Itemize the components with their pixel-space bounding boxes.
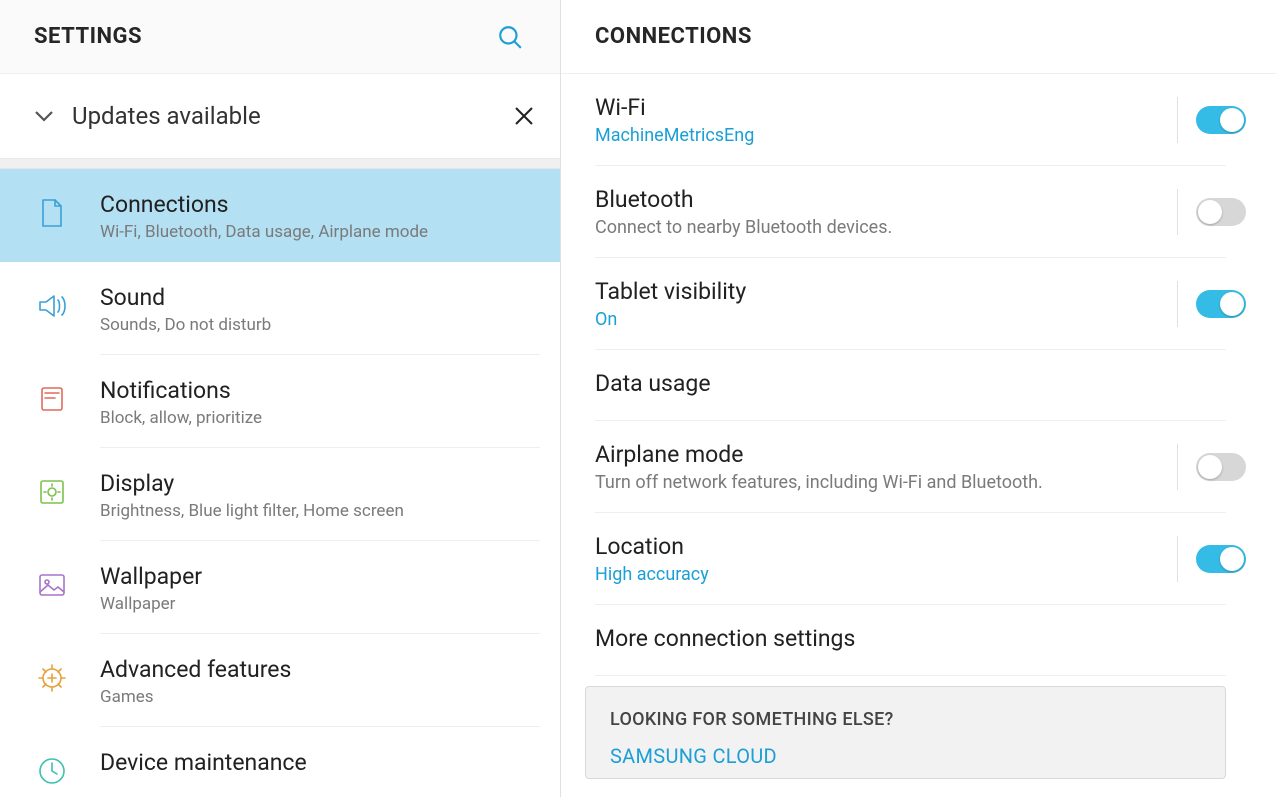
item-bluetooth[interactable]: Bluetooth Connect to nearby Bluetooth dev… (561, 166, 1250, 258)
banner-close-button[interactable] (510, 102, 538, 130)
search-button[interactable] (490, 17, 530, 57)
category-subtitle: Games (100, 687, 540, 707)
category-wallpaper[interactable]: Wallpaper Wallpaper (0, 541, 560, 634)
wifi-toggle[interactable] (1196, 106, 1246, 134)
category-title: Device maintenance (100, 749, 540, 776)
category-notifications[interactable]: Notifications Block, allow, prioritize (0, 355, 560, 448)
updates-banner-text: Updates available (72, 102, 510, 130)
airplane-toggle[interactable] (1196, 453, 1246, 481)
item-airplane[interactable]: Airplane mode Turn off network features, … (561, 421, 1250, 513)
item-data[interactable]: Data usage (561, 350, 1250, 421)
category-title: Advanced features (100, 656, 540, 683)
category-subtitle: Wallpaper (100, 594, 540, 614)
item-subtitle: Connect to nearby Bluetooth devices. (595, 217, 1177, 238)
display-icon (30, 470, 74, 514)
settings-master-pane: SETTINGS Updates available Connections Wi… (0, 0, 561, 797)
item-title: Tablet visibility (595, 278, 1177, 305)
category-subtitle: Wi-Fi, Bluetooth, Data usage, Airplane m… (100, 222, 540, 242)
bluetooth-toggle[interactable] (1196, 198, 1246, 226)
visibility-toggle[interactable] (1196, 290, 1246, 318)
left-header: SETTINGS (0, 0, 560, 74)
category-display[interactable]: Display Brightness, Blue light filter, Ho… (0, 448, 560, 541)
item-title: Data usage (595, 370, 1250, 397)
category-title: Notifications (100, 377, 540, 404)
item-subtitle: On (595, 309, 1177, 330)
connections-list: Wi-Fi MachineMetricsEng Bluetooth Connect t… (561, 74, 1276, 797)
notifications-icon (30, 377, 74, 421)
right-header: CONNECTIONS (561, 0, 1276, 74)
category-subtitle: Sounds, Do not disturb (100, 315, 540, 335)
item-subtitle: High accuracy (595, 564, 1177, 585)
item-more[interactable]: More connection settings (561, 605, 1250, 676)
item-location[interactable]: Location High accuracy (561, 513, 1250, 605)
advanced-icon (30, 656, 74, 700)
item-subtitle: MachineMetricsEng (595, 125, 1177, 146)
item-visibility[interactable]: Tablet visibility On (561, 258, 1250, 350)
item-title: Wi-Fi (595, 94, 1177, 121)
category-title: Sound (100, 284, 540, 311)
item-title: Airplane mode (595, 441, 1177, 468)
settings-detail-pane: CONNECTIONS Wi-Fi MachineMetricsEng Blueto… (561, 0, 1276, 797)
settings-title: SETTINGS (34, 24, 142, 49)
category-title: Connections (100, 191, 540, 218)
samsung-cloud-link[interactable]: SAMSUNG CLOUD (610, 744, 1201, 768)
close-icon (514, 106, 534, 126)
section-spacer (0, 159, 560, 169)
connections-icon (30, 191, 74, 235)
item-title: Bluetooth (595, 186, 1177, 213)
category-title: Wallpaper (100, 563, 540, 590)
updates-banner[interactable]: Updates available (0, 74, 560, 159)
detail-title: CONNECTIONS (595, 24, 752, 49)
category-sound[interactable]: Sound Sounds, Do not disturb (0, 262, 560, 355)
sound-icon (30, 284, 74, 328)
category-maintenance[interactable]: Device maintenance (0, 727, 560, 797)
item-title: Location (595, 533, 1177, 560)
category-subtitle: Brightness, Blue light filter, Home scre… (100, 501, 540, 521)
location-toggle[interactable] (1196, 545, 1246, 573)
looking-for-box: LOOKING FOR SOMETHING ELSE? SAMSUNG CLOUD (585, 686, 1226, 779)
category-title: Display (100, 470, 540, 497)
item-wifi[interactable]: Wi-Fi MachineMetricsEng (561, 74, 1250, 166)
search-icon (497, 24, 523, 50)
looking-for-heading: LOOKING FOR SOMETHING ELSE? (610, 709, 1201, 730)
chevron-down-icon (30, 102, 58, 130)
item-subtitle: Turn off network features, including Wi-… (595, 472, 1177, 493)
category-advanced[interactable]: Advanced features Games (0, 634, 560, 727)
maintenance-icon (30, 749, 74, 793)
category-connections[interactable]: Connections Wi-Fi, Bluetooth, Data usage,… (0, 169, 560, 262)
item-title: More connection settings (595, 625, 1250, 652)
category-list: Connections Wi-Fi, Bluetooth, Data usage,… (0, 169, 560, 797)
category-subtitle: Block, allow, prioritize (100, 408, 540, 428)
wallpaper-icon (30, 563, 74, 607)
